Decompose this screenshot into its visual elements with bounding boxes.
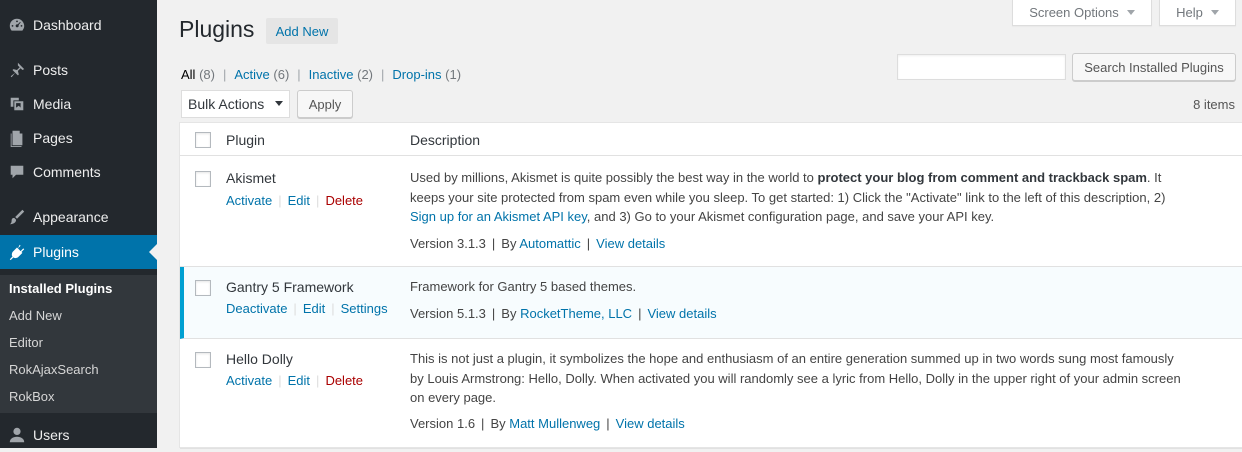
pushpin-icon: [7, 60, 27, 80]
plugins-table: Plugin Description Akismet Activate | Edit…: [179, 122, 1242, 449]
table-row: Gantry 5 Framework Deactivate | Edit | Setti…: [180, 267, 1242, 339]
help-label: Help: [1176, 5, 1203, 20]
menu-item-appearance[interactable]: Appearance: [0, 200, 157, 234]
menu-label: Media: [33, 96, 72, 112]
page-title: Plugins: [179, 16, 255, 42]
plugin-status-filters: All (8) | Active (6) | Inactive (2) | Drop-ins…: [181, 67, 462, 82]
plugin-meta: Version 3.1.3 | By Automattic | View details: [410, 236, 666, 251]
menu-item-posts[interactable]: Posts: [0, 53, 157, 87]
plugin-name: Akismet: [226, 170, 276, 186]
delete-link[interactable]: Delete: [325, 193, 363, 208]
menu-label: Pages: [33, 130, 73, 146]
items-count: 8 items: [1193, 97, 1235, 112]
menu-label: Dashboard: [33, 17, 102, 33]
filter-active[interactable]: Active (6): [234, 67, 289, 82]
table-row: Hello Dolly Activate | Edit | Delete This is…: [180, 339, 1242, 449]
select-all-checkbox[interactable]: [195, 132, 211, 148]
table-row: Akismet Activate | Edit | Delete Used by mil…: [180, 156, 1242, 267]
author-link[interactable]: RocketTheme, LLC: [520, 306, 632, 321]
view-details-link[interactable]: View details: [616, 416, 685, 431]
admin-menu: Dashboard Posts Media Pages Comments App…: [0, 0, 157, 448]
edit-link[interactable]: Edit: [288, 193, 310, 208]
column-description: Description: [410, 132, 481, 148]
add-new-button[interactable]: Add New: [266, 18, 338, 44]
plugin-icon: [7, 242, 27, 262]
menu-item-plugins[interactable]: Plugins: [0, 235, 157, 269]
users-icon: [7, 425, 27, 445]
menu-item-media[interactable]: Media: [0, 87, 157, 121]
row-checkbox[interactable]: [195, 352, 211, 368]
filter-dropins[interactable]: Drop-ins (1): [392, 67, 461, 82]
filter-all[interactable]: All (8): [181, 67, 215, 82]
filter-inactive[interactable]: Inactive (2): [309, 67, 373, 82]
plugin-description: Used by millions, Akismet is quite possi…: [410, 170, 1166, 224]
plugin-search-input[interactable]: [897, 54, 1066, 80]
menu-item-pages[interactable]: Pages: [0, 121, 157, 155]
table-header: Plugin Description: [180, 123, 1242, 156]
media-icon: [7, 94, 27, 114]
settings-link[interactable]: Settings: [341, 301, 388, 316]
submenu-rokajaxsearch[interactable]: RokAjaxSearch: [9, 362, 99, 377]
apply-button[interactable]: Apply: [297, 90, 353, 118]
deactivate-link[interactable]: Deactivate: [226, 301, 287, 316]
activate-link[interactable]: Activate: [226, 193, 272, 208]
menu-item-dashboard[interactable]: Dashboard: [0, 8, 157, 42]
row-actions: Deactivate | Edit | Settings: [226, 301, 388, 316]
comment-icon: [7, 162, 27, 182]
chevron-down-icon: [1210, 10, 1219, 15]
row-checkbox[interactable]: [195, 171, 211, 187]
help-button[interactable]: Help: [1159, 0, 1236, 26]
menu-label: Posts: [33, 62, 69, 78]
view-details-link[interactable]: View details: [596, 236, 665, 251]
edit-link[interactable]: Edit: [303, 301, 325, 316]
dashboard-icon: [7, 15, 27, 35]
submenu-editor[interactable]: Editor: [9, 335, 43, 350]
submenu-installed-plugins[interactable]: Installed Plugins: [9, 281, 112, 296]
plugin-name: Gantry 5 Framework: [226, 279, 354, 295]
screen-options-label: Screen Options: [1029, 5, 1119, 20]
current-menu-arrow: [149, 244, 157, 260]
plugin-name: Hello Dolly: [226, 351, 293, 367]
menu-item-users[interactable]: Users: [0, 418, 157, 452]
plugin-description: Framework for Gantry 5 based themes.: [410, 279, 637, 294]
plugin-description: This is not just a plugin, it symbolizes…: [410, 351, 1181, 405]
column-plugin: Plugin: [226, 132, 265, 148]
menu-item-comments[interactable]: Comments: [0, 155, 157, 189]
plugin-meta: Version 1.6 | By Matt Mullenweg | View detai…: [410, 416, 685, 431]
submenu-add-new[interactable]: Add New: [9, 308, 62, 323]
submenu-rokbox[interactable]: RokBox: [9, 389, 55, 404]
plugins-submenu: Installed Plugins Add New Editor RokAjax…: [0, 275, 157, 413]
search-installed-plugins-button[interactable]: Search Installed Plugins: [1072, 53, 1236, 81]
row-checkbox[interactable]: [195, 280, 211, 296]
delete-link[interactable]: Delete: [325, 373, 363, 388]
menu-label: Users: [33, 427, 70, 443]
bulk-actions-value: Bulk Actions: [188, 96, 265, 112]
view-details-link[interactable]: View details: [647, 306, 716, 321]
author-link[interactable]: Matt Mullenweg: [509, 416, 600, 431]
row-actions: Activate | Edit | Delete: [226, 373, 364, 388]
menu-label: Comments: [33, 164, 101, 180]
plugin-meta: Version 5.1.3 | By RocketTheme, LLC | View d…: [410, 306, 717, 321]
menu-label: Appearance: [33, 209, 109, 225]
menu-label: Plugins: [33, 244, 79, 260]
akismet-signup-link[interactable]: Sign up for an Akismet API key: [410, 209, 587, 224]
edit-link[interactable]: Edit: [288, 373, 310, 388]
dropdown-arrow-icon: [275, 101, 283, 106]
screen-options-button[interactable]: Screen Options: [1012, 0, 1152, 26]
paintbrush-icon: [7, 207, 27, 227]
row-actions: Activate | Edit | Delete: [226, 193, 364, 208]
chevron-down-icon: [1126, 10, 1135, 15]
pages-icon: [7, 128, 27, 148]
bulk-actions-select[interactable]: Bulk Actions: [181, 90, 290, 118]
activate-link[interactable]: Activate: [226, 373, 272, 388]
author-link[interactable]: Automattic: [519, 236, 580, 251]
